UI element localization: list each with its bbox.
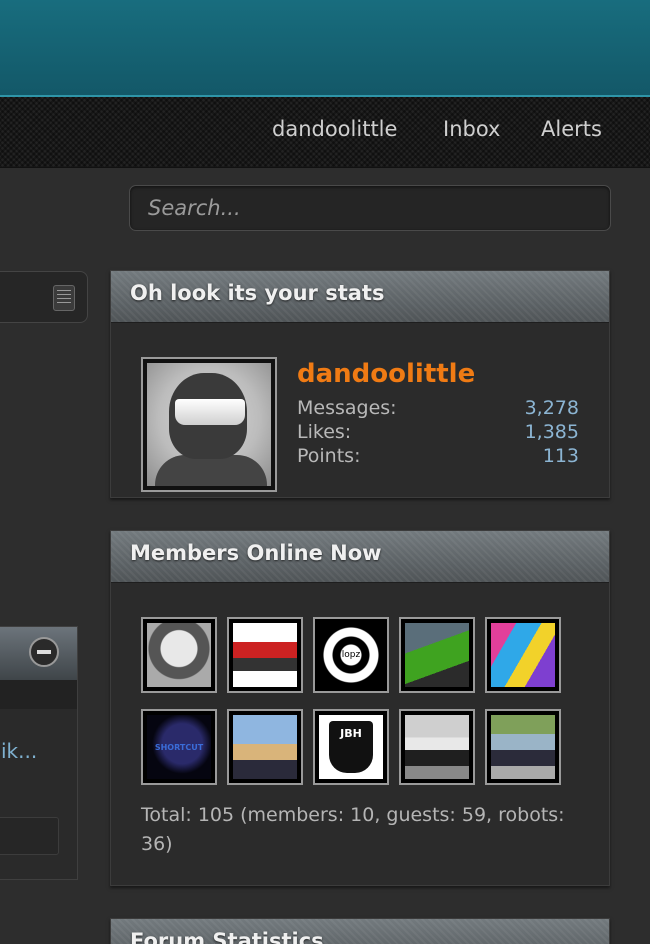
member-avatar[interactable] <box>141 617 217 693</box>
dark-logo-avatar: SHORTCUT <box>147 715 211 779</box>
white-motorcycle-avatar <box>405 715 469 779</box>
left-panel-field[interactable] <box>0 817 59 855</box>
jbh-logo-text: JBH <box>340 727 362 740</box>
member-avatar[interactable] <box>399 709 475 785</box>
online-total-text: Total: 105 (members: 10, guests: 59, rob… <box>141 804 565 855</box>
site-header <box>0 0 650 97</box>
messages-value[interactable]: 3,278 <box>525 397 579 419</box>
likes-value[interactable]: 1,385 <box>525 421 579 443</box>
rider-avatar <box>491 715 555 779</box>
collapse-icon[interactable] <box>29 637 59 667</box>
points-label: Points: <box>297 445 361 467</box>
helmet-avatar <box>147 623 211 687</box>
left-panel-link[interactable]: ik... <box>1 739 37 763</box>
member-avatar[interactable]: SHORTCUT <box>141 709 217 785</box>
nav-username-link[interactable]: dandoolittle <box>272 117 397 141</box>
nav-alerts-link[interactable]: Alerts <box>541 117 602 141</box>
dog-avatar <box>233 715 297 779</box>
member-avatar[interactable] <box>227 617 303 693</box>
members-online-title: Members Online Now <box>111 531 609 583</box>
list-icon[interactable] <box>53 285 75 311</box>
member-avatar[interactable]: JBH <box>313 709 389 785</box>
stats-username-link[interactable]: dandoolittle <box>297 359 475 389</box>
jbh-shield: JBH <box>329 721 373 773</box>
green-motorcycle-avatar <box>405 623 469 687</box>
member-avatar[interactable] <box>485 709 561 785</box>
member-avatar[interactable] <box>399 617 475 693</box>
left-panel: ik... <box>0 626 78 880</box>
user-avatar[interactable] <box>141 357 277 492</box>
nav-inbox-link[interactable]: Inbox <box>443 117 500 141</box>
graffiti-avatar <box>491 623 555 687</box>
jbh-logo-avatar: JBH <box>319 715 383 779</box>
dark-logo-text: SHORTCUT <box>154 742 204 752</box>
stats-block-title: Oh look its your stats <box>111 271 609 323</box>
stats-block: Oh look its your stats dandoolittle Mess… <box>110 270 610 498</box>
forum-statistics-title: Forum Statistics <box>111 919 609 944</box>
gear-logo-text: lopz <box>341 650 361 660</box>
points-value[interactable]: 113 <box>543 445 579 467</box>
left-panel-header <box>0 627 77 681</box>
helmet-avatar-image <box>147 363 271 486</box>
likes-label: Likes: <box>297 421 352 443</box>
torso-shape <box>155 455 267 486</box>
visor-shape <box>175 399 245 425</box>
member-avatar[interactable] <box>485 617 561 693</box>
left-panel-subheader <box>0 681 77 709</box>
forum-statistics-block: Forum Statistics <box>110 918 610 944</box>
gear-logo-avatar: lopz <box>319 623 383 687</box>
member-avatar[interactable] <box>227 709 303 785</box>
user-navbar: dandoolittle Inbox Alerts <box>0 97 650 168</box>
left-toolbar <box>0 271 88 323</box>
search-input[interactable] <box>129 185 611 231</box>
members-online-block: Members Online Now lopz SHORTCUT JBH Tot… <box>110 530 610 886</box>
red-motorcycle-avatar <box>233 623 297 687</box>
member-avatar[interactable]: lopz <box>313 617 389 693</box>
messages-label: Messages: <box>297 397 397 419</box>
